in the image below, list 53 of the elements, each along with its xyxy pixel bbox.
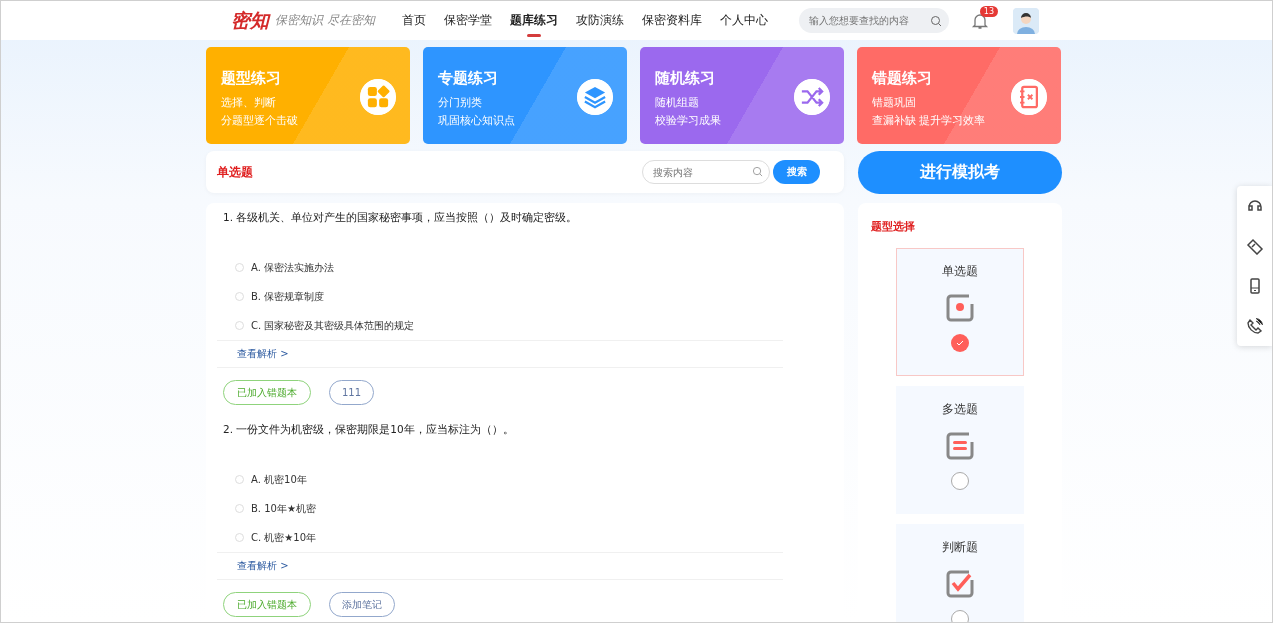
card-title: 错题练习 [872, 69, 933, 88]
type-label: 单选题 [942, 263, 978, 280]
nav-tab[interactable]: 保密学堂 [434, 2, 501, 39]
random-mode-icon [794, 79, 830, 115]
search-icon[interactable] [929, 14, 942, 27]
nav-tab[interactable]: 题库练习 [500, 2, 567, 39]
type-label: 判断题 [942, 539, 978, 556]
check-icon[interactable] [951, 334, 969, 352]
card-description: 分题型逐个击破 [221, 113, 298, 128]
topic-mode-icon [577, 79, 613, 115]
card-description: 查漏补缺 提升学习效率 [872, 113, 986, 128]
panel-title: 题型选择 [871, 219, 916, 234]
card-title: 随机练习 [655, 69, 716, 88]
empty-circle-icon[interactable] [951, 472, 969, 490]
card-description: 校验学习成果 [655, 113, 721, 128]
option-label[interactable]: B. 10年★机密 [251, 501, 316, 516]
card-description: 随机组题 [655, 95, 700, 110]
nav-tab[interactable]: 保密资料库 [632, 2, 711, 39]
logo[interactable]: 密知 [231, 7, 269, 34]
question-text: 1. 各级机关、单位对产生的国家秘密事项，应当按照（）及时确定密级。 [223, 211, 579, 225]
option-label[interactable]: C. 国家秘密及其密级具体范围的规定 [251, 318, 415, 333]
option-label[interactable]: A. 机密10年 [251, 472, 307, 487]
card-description: 选择、判断 [221, 95, 277, 110]
view-analysis-link[interactable]: 查看解析 > [237, 559, 289, 573]
search-field[interactable]: 搜索内容 [642, 160, 770, 184]
question-text: 2. 一份文件为机密级，保密期限是10年，应当标注为（）。 [223, 423, 515, 437]
question-type-card[interactable]: 多选题 [896, 386, 1024, 514]
card-description: 错题巩固 [872, 95, 917, 110]
option-label[interactable]: C. 机密★10年 [251, 530, 317, 545]
search-icon[interactable] [752, 166, 763, 177]
note-button[interactable]: 111 [329, 380, 375, 405]
view-analysis-link[interactable]: 查看解析 > [237, 347, 289, 361]
nav-tab[interactable]: 首页 [392, 2, 435, 39]
section-title: 单选题 [217, 163, 254, 181]
option-label[interactable]: B. 保密规章制度 [251, 289, 325, 304]
type-label: 多选题 [942, 401, 978, 418]
card-description: 分门别类 [438, 95, 483, 110]
slogan: 保密知识 尽在密知 [275, 12, 375, 29]
card-title: 题型练习 [221, 69, 282, 88]
question-type-card[interactable]: 判断题 [896, 524, 1024, 622]
card-description: 巩固核心知识点 [438, 113, 515, 128]
type-mode-icon [360, 79, 396, 115]
practice-card[interactable]: 随机练习 随机组题 校验学习成果 [640, 47, 844, 144]
phone-call-icon[interactable] [1245, 317, 1264, 335]
card-title: 专题练习 [438, 69, 499, 88]
nav-tab[interactable]: 攻防演练 [566, 2, 633, 39]
wrong-mode-icon [1011, 79, 1047, 115]
nav-tab[interactable]: 个人中心 [710, 2, 777, 39]
option-label[interactable]: A. 保密法实施办法 [251, 260, 335, 275]
note-button[interactable]: 添加笔记 [329, 592, 395, 617]
search-field[interactable]: 输入您想要查找的内容 [798, 8, 949, 33]
notification-badge: 13 [979, 5, 998, 17]
question-type-card[interactable]: 单选题 [896, 248, 1024, 376]
